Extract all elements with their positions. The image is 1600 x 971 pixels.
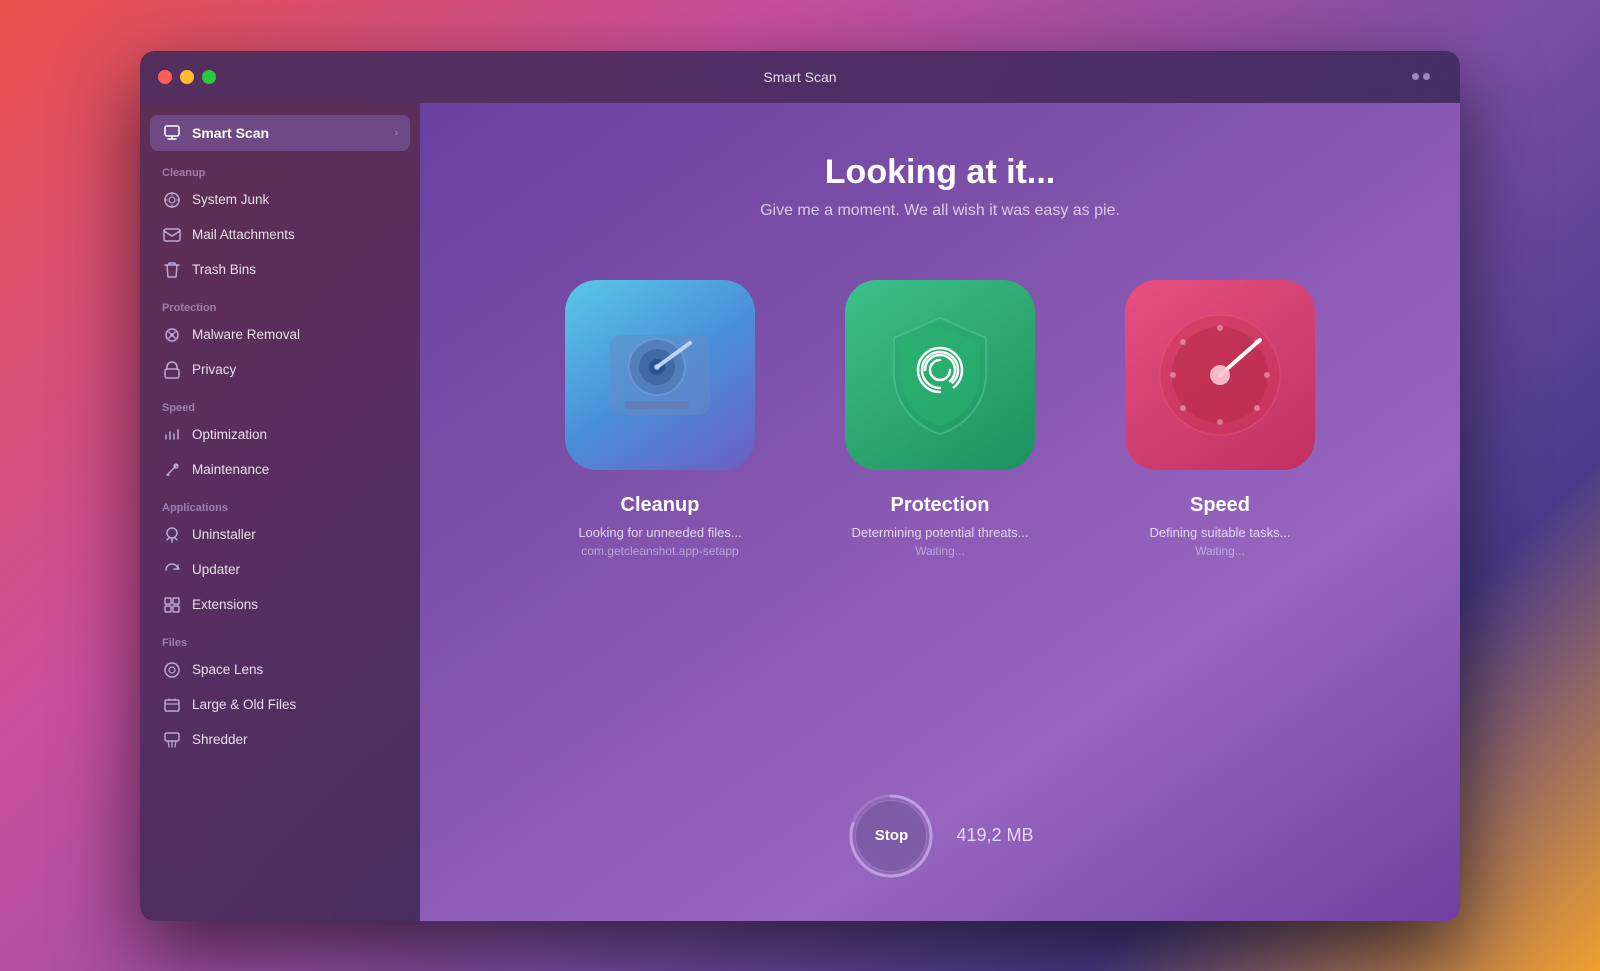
speed-card-sub: Waiting... — [1195, 544, 1245, 558]
trash-bins-label: Trash Bins — [192, 262, 256, 277]
sidebar-item-large-old-files[interactable]: Large & Old Files — [150, 688, 410, 722]
main-heading: Looking at it... — [825, 153, 1055, 192]
mail-icon — [162, 225, 182, 245]
space-lens-label: Space Lens — [192, 662, 263, 677]
sidebar-item-chevron: › — [394, 127, 398, 139]
trash-icon — [162, 260, 182, 280]
optimization-label: Optimization — [192, 427, 267, 442]
extensions-icon — [162, 595, 182, 615]
protection-card-title: Protection — [891, 494, 990, 517]
system-junk-icon — [162, 190, 182, 210]
malware-removal-label: Malware Removal — [192, 327, 300, 342]
stop-area: Stop 419,2 MB — [846, 791, 1033, 881]
section-applications-label: Applications — [140, 488, 420, 518]
sidebar-item-optimization[interactable]: Optimization — [150, 418, 410, 452]
stop-button[interactable]: Stop — [855, 800, 927, 872]
updater-label: Updater — [192, 562, 240, 577]
section-speed-label: Speed — [140, 388, 420, 418]
speed-card-status: Defining suitable tasks... — [1150, 525, 1291, 540]
section-cleanup-label: Cleanup — [140, 153, 420, 183]
cleanup-card-status: Looking for unneeded files... — [578, 525, 741, 540]
malware-icon — [162, 325, 182, 345]
updater-icon — [162, 560, 182, 580]
app-window: Smart Scan Smart Scan › Cleanup — [140, 51, 1460, 921]
smart-scan-icon — [162, 123, 182, 143]
dot1 — [1412, 73, 1419, 80]
large-old-files-label: Large & Old Files — [192, 697, 296, 712]
dot2 — [1423, 73, 1430, 80]
main-subheading: Give me a moment. We all wish it was eas… — [760, 202, 1120, 220]
sidebar-item-shredder[interactable]: Shredder — [150, 723, 410, 757]
traffic-lights — [158, 70, 216, 84]
maintenance-label: Maintenance — [192, 462, 269, 477]
close-button[interactable] — [158, 70, 172, 84]
sidebar-item-extensions[interactable]: Extensions — [150, 588, 410, 622]
extensions-label: Extensions — [192, 597, 258, 612]
protection-card: Protection Determining potential threats… — [825, 280, 1055, 558]
sidebar-item-malware-removal[interactable]: Malware Removal — [150, 318, 410, 352]
sidebar-item-mail-attachments[interactable]: Mail Attachments — [150, 218, 410, 252]
main-content: Looking at it... Give me a moment. We al… — [420, 103, 1460, 921]
stop-button-wrap: Stop — [846, 791, 936, 881]
cleanup-card-title: Cleanup — [621, 494, 700, 517]
protection-card-status: Determining potential threats... — [851, 525, 1028, 540]
protection-card-icon — [845, 280, 1035, 470]
sidebar-item-trash-bins[interactable]: Trash Bins — [150, 253, 410, 287]
shredder-icon — [162, 730, 182, 750]
sidebar-item-uninstaller[interactable]: Uninstaller — [150, 518, 410, 552]
window-title: Smart Scan — [763, 69, 836, 85]
speed-card-icon — [1125, 280, 1315, 470]
uninstaller-label: Uninstaller — [192, 527, 256, 542]
speed-card-title: Speed — [1190, 494, 1250, 517]
privacy-label: Privacy — [192, 362, 236, 377]
fullscreen-button[interactable] — [202, 70, 216, 84]
system-junk-label: System Junk — [192, 192, 269, 207]
uninstaller-icon — [162, 525, 182, 545]
optimization-icon — [162, 425, 182, 445]
titlebar: Smart Scan — [140, 51, 1460, 103]
more-options-button[interactable] — [1412, 67, 1442, 87]
sidebar-item-privacy[interactable]: Privacy — [150, 353, 410, 387]
large-files-icon — [162, 695, 182, 715]
space-lens-icon — [162, 660, 182, 680]
privacy-icon — [162, 360, 182, 380]
sidebar-item-system-junk[interactable]: System Junk — [150, 183, 410, 217]
cleanup-card-icon — [565, 280, 755, 470]
shredder-label: Shredder — [192, 732, 248, 747]
maintenance-icon — [162, 460, 182, 480]
section-protection-label: Protection — [140, 288, 420, 318]
cleanup-card-sub: com.getcleanshot.app-setapp — [581, 544, 738, 558]
sidebar-item-label: Smart Scan — [192, 125, 269, 141]
scan-size-display: 419,2 MB — [956, 825, 1033, 846]
sidebar-item-space-lens[interactable]: Space Lens — [150, 653, 410, 687]
sidebar-item-updater[interactable]: Updater — [150, 553, 410, 587]
speed-card: Speed Defining suitable tasks... Waiting… — [1105, 280, 1335, 558]
minimize-button[interactable] — [180, 70, 194, 84]
protection-card-sub: Waiting... — [915, 544, 965, 558]
cleanup-card: Cleanup Looking for unneeded files... co… — [545, 280, 775, 558]
sidebar: Smart Scan › Cleanup System Junk — [140, 103, 420, 921]
sidebar-item-smart-scan[interactable]: Smart Scan › — [150, 115, 410, 151]
section-files-label: Files — [140, 623, 420, 653]
mail-attachments-label: Mail Attachments — [192, 227, 295, 242]
cards-row: Cleanup Looking for unneeded files... co… — [545, 280, 1335, 558]
content-area: Smart Scan › Cleanup System Junk — [140, 103, 1460, 921]
sidebar-item-maintenance[interactable]: Maintenance — [150, 453, 410, 487]
